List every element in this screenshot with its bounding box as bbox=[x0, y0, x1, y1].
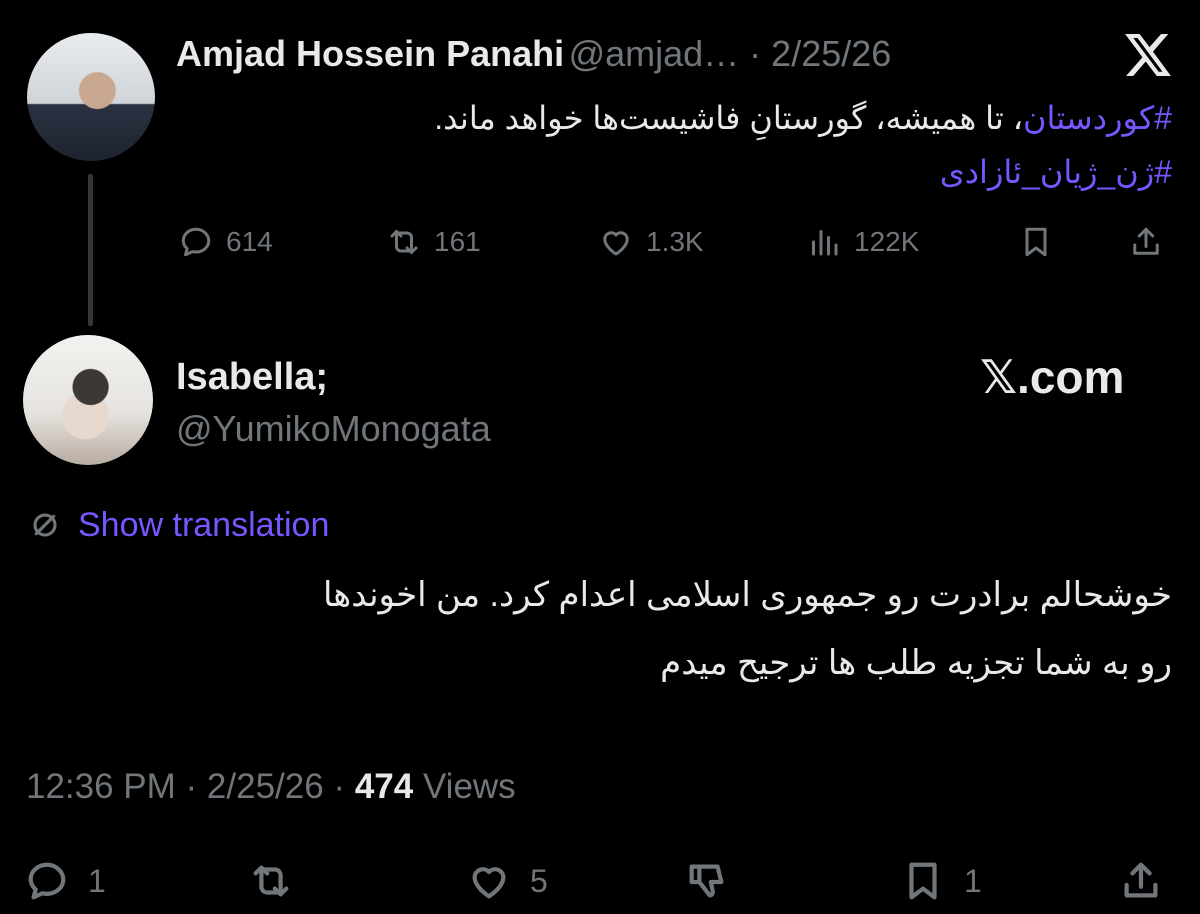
reply-button[interactable]: 1 bbox=[24, 856, 106, 906]
reply-count: 614 bbox=[226, 226, 273, 257]
reply-count: 1 bbox=[88, 862, 106, 899]
tweet-text-line-2: #ژن_ژیان_ئازادی bbox=[172, 149, 1172, 195]
tweet-text-line-1: خوشحالم برادرت رو جمهوری اسلامی اعدام کر… bbox=[322, 576, 1172, 614]
like-icon bbox=[603, 231, 629, 256]
bookmark-icon bbox=[909, 862, 937, 900]
tweet-meta: 12:36 PM · 2/25/26 · 474 Views bbox=[26, 767, 516, 806]
share-icon bbox=[1133, 227, 1159, 255]
author-handle[interactable]: @amjad… bbox=[569, 33, 740, 74]
author-handle[interactable]: @YumikoMonogata bbox=[176, 406, 491, 452]
views-icon bbox=[812, 230, 838, 256]
author-name[interactable]: Isabella; bbox=[176, 354, 328, 400]
tweet-text-line-1: #کوردستان، تا همیشه، گورستانِ فاشیست‌ها … bbox=[172, 95, 1172, 141]
avatar-amjad[interactable] bbox=[27, 33, 155, 161]
views-count: 474 bbox=[354, 767, 414, 806]
reply-icon bbox=[28, 862, 66, 900]
tweet-time[interactable]: 12:36 PM bbox=[26, 767, 176, 806]
views-count: 122K bbox=[854, 226, 920, 257]
author-name[interactable]: Amjad Hossein Panahi bbox=[176, 33, 564, 74]
share-button[interactable] bbox=[1118, 856, 1164, 906]
repost-icon bbox=[390, 230, 418, 254]
like-icon bbox=[472, 867, 506, 899]
tweet-text-body: ، تا همیشه، گورستانِ فاشیست‌ها خواهد مان… bbox=[434, 100, 1024, 136]
hashtag-kurdistan[interactable]: #کوردستان bbox=[1023, 100, 1172, 136]
share-icon bbox=[1124, 862, 1158, 898]
like-button[interactable]: 5 bbox=[466, 856, 548, 906]
hashtag-jin-jiyan-azadi[interactable]: #ژن_ژیان_ئازادی bbox=[940, 154, 1172, 190]
tweet-date[interactable]: 2/25/26 bbox=[207, 767, 324, 806]
header-separator: · bbox=[739, 33, 772, 74]
show-translation-row[interactable]: Show translation bbox=[30, 503, 329, 547]
reply-button[interactable]: 614 bbox=[178, 222, 273, 262]
like-count: 5 bbox=[530, 862, 548, 899]
x-com-watermark: 𝕏.com bbox=[980, 351, 1125, 403]
dislike-button[interactable] bbox=[684, 856, 730, 906]
show-translation-link[interactable]: Show translation bbox=[78, 506, 329, 545]
repost-icon bbox=[253, 865, 289, 897]
tweet-text-line-2: رو به شما تجزیه طلب ها ترجیح میدم bbox=[660, 644, 1172, 682]
reply-icon bbox=[181, 227, 211, 257]
tweet-header: Amjad Hossein Panahi @amjad… · 2/25/26 bbox=[176, 31, 891, 77]
share-button[interactable] bbox=[1128, 222, 1164, 262]
repost-button[interactable]: 161 bbox=[386, 222, 481, 262]
like-count: 1.3K bbox=[646, 226, 704, 257]
dislike-icon bbox=[689, 864, 724, 898]
repost-button[interactable] bbox=[248, 856, 312, 906]
views-label: Views bbox=[422, 767, 516, 806]
x-logo-icon[interactable] bbox=[1125, 34, 1171, 76]
bookmark-count: 1 bbox=[964, 862, 982, 899]
views-button[interactable]: 122K bbox=[806, 222, 919, 262]
avatar-isabella[interactable] bbox=[23, 335, 153, 465]
bookmark-button[interactable] bbox=[1018, 222, 1054, 262]
bookmark-button[interactable]: 1 bbox=[900, 856, 982, 906]
repost-count: 161 bbox=[434, 226, 481, 257]
bookmark-icon bbox=[1025, 227, 1047, 257]
thread-connector-line bbox=[88, 174, 93, 326]
like-button[interactable]: 1.3K bbox=[598, 222, 704, 262]
tweet-date[interactable]: 2/25/26 bbox=[771, 33, 891, 74]
translate-icon bbox=[33, 513, 57, 537]
